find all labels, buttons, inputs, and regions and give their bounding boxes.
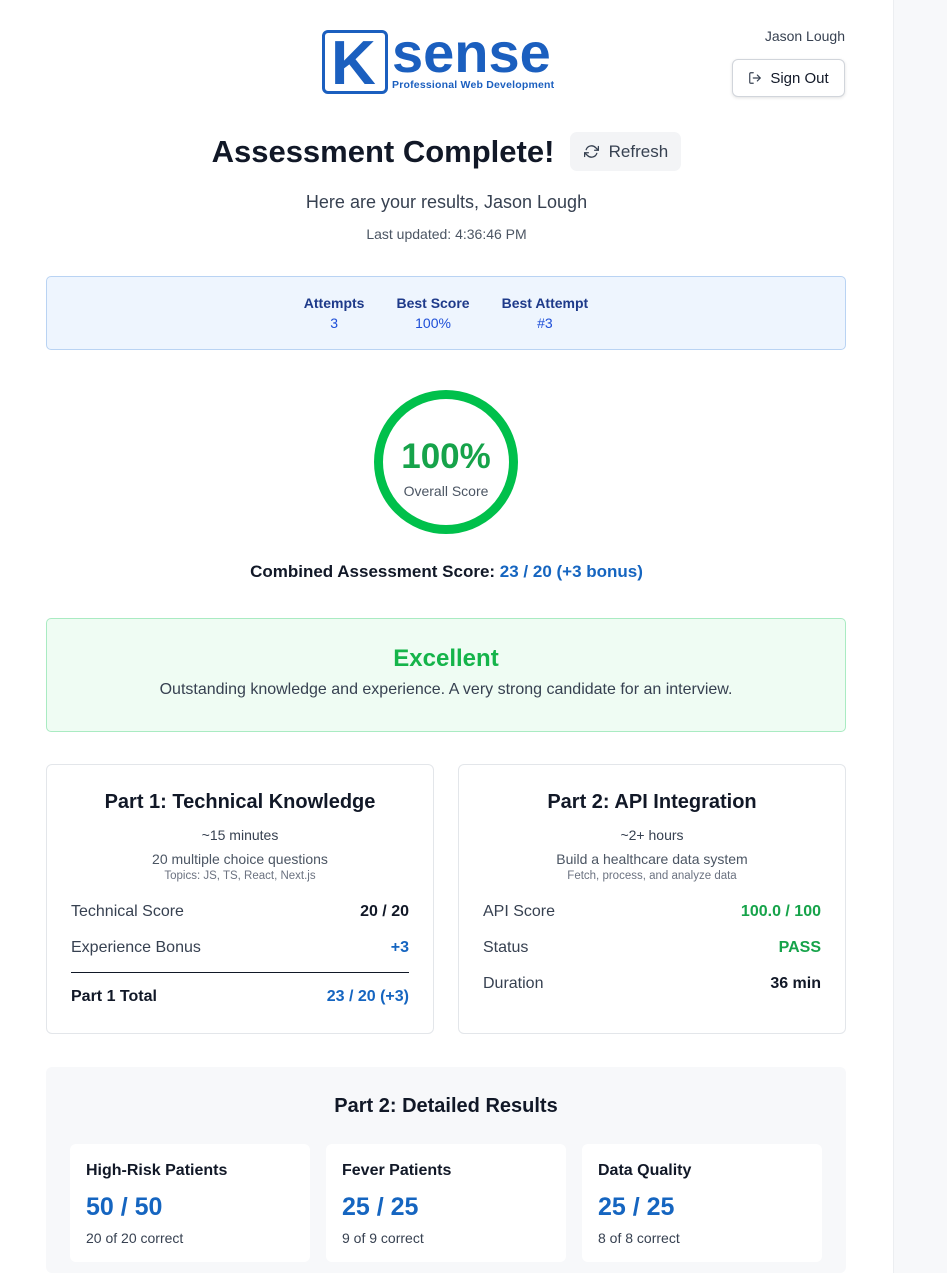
verdict-text: Outstanding knowledge and experience. A … (159, 681, 733, 698)
ksense-logo: K sense Professional Web Development (322, 24, 572, 96)
row-label: Part 1 Total (71, 988, 157, 1005)
part1-title: Part 1: Technical Knowledge (104, 791, 376, 813)
api-score-row: API Score 100.0 / 100 (483, 903, 821, 925)
result-card-correct: 8 of 8 correct (598, 1230, 680, 1246)
combined-score-value: 23 / 20 (+3 bonus) (499, 562, 643, 581)
row-value: +3 (390, 939, 409, 956)
stat-value: 100% (415, 315, 451, 331)
part1-description: 20 multiple choice questions (152, 851, 328, 867)
status-row: Status PASS (483, 939, 821, 961)
part1-card: Part 1: Technical Knowledge ~15 minutes … (46, 764, 434, 1034)
part1-total-row: Part 1 Total 23 / 20 (+3) (71, 988, 409, 1010)
result-card-title: Fever Patients (342, 1162, 452, 1179)
result-card-title: High-Risk Patients (86, 1162, 228, 1179)
row-label: Duration (483, 975, 544, 992)
detailed-results-title: Part 2: Detailed Results (334, 1095, 558, 1117)
overall-score-percent: 100% (401, 437, 491, 476)
results-page: K sense Professional Web Development Jas… (0, 0, 893, 1273)
stat-best-attempt: Best Attempt #3 (502, 295, 589, 349)
high-risk-patients-card: High-Risk Patients 50 / 50 20 of 20 corr… (70, 1144, 310, 1262)
refresh-button[interactable]: Refresh (570, 132, 682, 171)
row-label: Status (483, 939, 529, 956)
part2-card: Part 2: API Integration ~2+ hours Build … (458, 764, 846, 1034)
stat-label: Best Attempt (501, 295, 589, 311)
experience-bonus-row: Experience Bonus +3 (71, 939, 409, 961)
sign-out-icon (749, 72, 762, 84)
part2-description: Build a healthcare data system (556, 851, 748, 867)
part1-time: ~15 minutes (201, 827, 279, 843)
logo-k-box: K (322, 30, 388, 95)
technical-score-row: Technical Score 20 / 20 (71, 903, 409, 925)
row-value: 36 min (770, 975, 821, 992)
duration-row: Duration 36 min (483, 975, 821, 997)
result-card-correct: 9 of 9 correct (342, 1230, 424, 1246)
combined-score-label: Combined Assessment Score: (250, 562, 500, 581)
result-card-correct: 20 of 20 correct (86, 1230, 184, 1246)
logo-wordmark: sense (392, 21, 551, 84)
title-row: Assessment Complete! Refresh (0, 132, 893, 171)
verdict-title: Excellent (393, 645, 499, 672)
refresh-label: Refresh (608, 141, 669, 161)
detailed-results-panel: Part 2: Detailed Results High-Risk Patie… (46, 1067, 846, 1273)
page-title: Assessment Complete! (211, 133, 555, 169)
stat-attempts: Attempts 3 (304, 295, 365, 349)
row-value: 23 / 20 (+3) (326, 988, 409, 1005)
result-card-score: 25 / 25 (342, 1193, 419, 1221)
result-card-score: 50 / 50 (86, 1193, 163, 1221)
row-value: 20 / 20 (360, 903, 409, 920)
overall-score-label: Overall Score (403, 483, 489, 499)
data-quality-card: Data Quality 25 / 25 8 of 8 correct (582, 1144, 822, 1262)
status-badge: PASS (778, 939, 821, 956)
sign-out-label: Sign Out (770, 69, 829, 87)
stat-label: Attempts (303, 295, 365, 311)
row-label: Experience Bonus (71, 939, 201, 956)
results-subtitle: Here are your results, Jason Lough (305, 192, 588, 212)
attempt-stats-panel: Attempts 3 Best Score 100% Best Attempt … (46, 276, 846, 350)
part1-topics: Topics: JS, TS, React, Next.js (164, 870, 316, 882)
row-value: 100.0 / 100 (740, 903, 821, 920)
logo-tagline: Professional Web Development (392, 79, 555, 91)
part2-time: ~2+ hours (620, 827, 684, 843)
row-label: API Score (483, 903, 556, 920)
result-card-score: 25 / 25 (598, 1193, 675, 1221)
fever-patients-card: Fever Patients 25 / 25 9 of 9 correct (326, 1144, 566, 1262)
overall-score-ring: 100% Overall Score (374, 390, 518, 534)
sign-out-button[interactable]: Sign Out (732, 59, 845, 97)
stat-value: 3 (330, 315, 339, 331)
last-updated: Last updated: 4:36:46 PM (366, 226, 527, 242)
user-name: Jason Lough (764, 28, 845, 44)
verdict-panel: Excellent Outstanding knowledge and expe… (46, 618, 846, 732)
combined-score: Combined Assessment Score: 23 / 20 (+3 b… (0, 562, 893, 582)
stat-best-score: Best Score 100% (396, 295, 469, 349)
divider (71, 972, 409, 973)
result-card-title: Data Quality (598, 1162, 692, 1179)
part2-topics: Fetch, process, and analyze data (567, 870, 737, 882)
part2-title: Part 2: API Integration (547, 791, 757, 813)
stat-label: Best Score (396, 295, 470, 311)
row-label: Technical Score (71, 903, 184, 920)
refresh-icon (583, 145, 599, 158)
right-gutter (893, 0, 947, 1273)
stat-value: #3 (537, 315, 553, 331)
